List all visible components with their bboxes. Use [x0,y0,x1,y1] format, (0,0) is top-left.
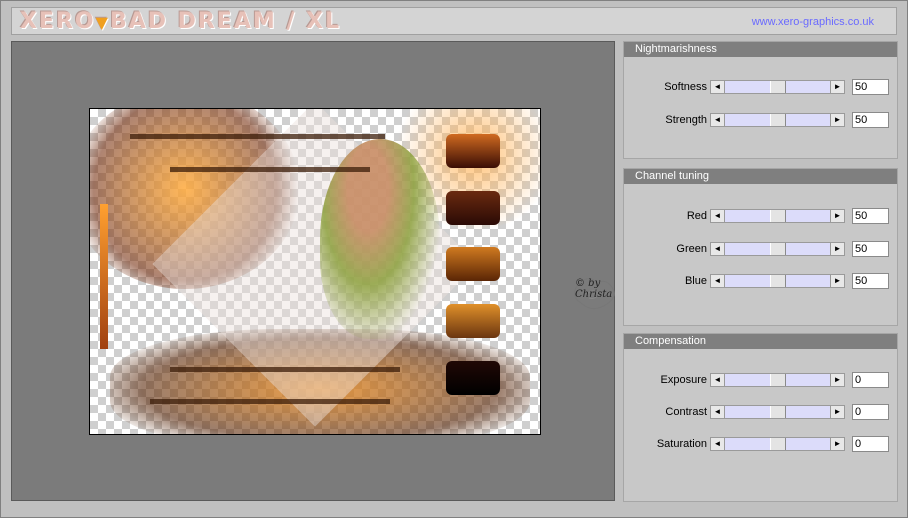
image-vertical-bar [100,204,108,349]
preview-pane[interactable]: © by Christa [11,41,615,501]
strength-value-input[interactable]: 50 [852,112,889,128]
green-value-input[interactable]: 50 [852,241,889,257]
arrow-right-icon[interactable]: ► [830,374,844,386]
slider-thumb[interactable] [770,438,786,450]
control-row: Red ◄ ► 50 [624,208,897,225]
arrow-left-icon[interactable]: ◄ [711,275,725,287]
arrow-right-icon[interactable]: ► [830,243,844,255]
red-slider[interactable]: ◄ ► [710,209,845,223]
panel-channel-tuning: Channel tuning Red ◄ ► 50 Green ◄ ► 50 B… [623,168,898,326]
preview-image [89,108,541,435]
control-label: Green [676,243,707,255]
arrow-right-icon[interactable]: ► [830,114,844,126]
arrow-left-icon[interactable]: ◄ [711,438,725,450]
blue-slider[interactable]: ◄ ► [710,274,845,288]
title-bar: XERO▼BAD DREAM / XL www.xero-graphics.co… [11,7,897,35]
slider-thumb[interactable] [770,210,786,222]
panel-title: Channel tuning [624,169,897,184]
control-row: Softness ◄ ► 50 [624,79,897,96]
arrow-right-icon[interactable]: ► [830,406,844,418]
watermark: © by Christa [567,270,627,314]
plugin-window: XERO▼BAD DREAM / XL www.xero-graphics.co… [0,0,908,518]
arrow-right-icon[interactable]: ► [830,81,844,93]
control-label: Blue [684,275,707,287]
arrow-right-icon[interactable]: ► [830,438,844,450]
arrow-left-icon[interactable]: ◄ [711,374,725,386]
softness-value-input[interactable]: 50 [852,79,889,95]
slider-thumb[interactable] [770,114,786,126]
slider-thumb[interactable] [770,81,786,93]
strength-slider[interactable]: ◄ ► [710,113,845,127]
control-label: Contrast [665,406,707,418]
image-filmstrip [446,131,502,416]
contrast-value-input[interactable]: 0 [852,404,889,420]
slider-thumb[interactable] [770,374,786,386]
green-slider[interactable]: ◄ ► [710,242,845,256]
arrow-left-icon[interactable]: ◄ [711,406,725,418]
arrow-left-icon[interactable]: ◄ [711,114,725,126]
panel-nightmarishness: Nightmarishness Softness ◄ ► 50 Strength… [623,41,898,159]
softness-slider[interactable]: ◄ ► [710,80,845,94]
arrow-left-icon[interactable]: ◄ [711,210,725,222]
panel-compensation: Compensation Exposure ◄ ► 0 Contrast ◄ ►… [623,333,898,502]
arrow-left-icon[interactable]: ◄ [711,81,725,93]
logo-right-text: BAD DREAM / XL [109,9,342,34]
control-row: Exposure ◄ ► 0 [624,372,897,389]
film-frame [446,247,500,281]
blue-value-input[interactable]: 50 [852,273,889,289]
exposure-slider[interactable]: ◄ ► [710,373,845,387]
arrow-left-icon[interactable]: ◄ [711,243,725,255]
image-strip [170,167,370,172]
control-row: Strength ◄ ► 50 [624,112,897,129]
slider-thumb[interactable] [770,406,786,418]
saturation-value-input[interactable]: 0 [852,436,889,452]
saturation-slider[interactable]: ◄ ► [710,437,845,451]
control-label: Saturation [656,438,707,450]
control-row: Contrast ◄ ► 0 [624,404,897,421]
film-frame [446,304,500,338]
exposure-value-input[interactable]: 0 [852,372,889,388]
arrow-right-icon[interactable]: ► [830,275,844,287]
app-logo: XERO▼BAD DREAM / XL [20,9,341,34]
website-link[interactable]: www.xero-graphics.co.uk [752,16,874,28]
arrow-right-icon[interactable]: ► [830,210,844,222]
panel-title: Nightmarishness [624,42,897,57]
logo-left-text: XERO [20,9,96,34]
slider-thumb[interactable] [770,275,786,287]
logo-separator-icon: ▼ [95,13,110,32]
control-row: Saturation ◄ ► 0 [624,436,897,453]
film-frame [446,134,500,168]
slider-thumb[interactable] [770,243,786,255]
red-value-input[interactable]: 50 [852,208,889,224]
image-strip [150,399,390,404]
film-frame [446,361,500,395]
control-label: Softness [664,81,707,93]
film-frame [446,191,500,225]
contrast-slider[interactable]: ◄ ► [710,405,845,419]
image-strip [130,134,385,139]
control-label: Exposure [660,374,707,386]
watermark-text: © by Christa [575,278,613,300]
control-row: Green ◄ ► 50 [624,241,897,258]
control-label: Strength [665,114,707,126]
control-label: Red [686,210,707,222]
panel-title: Compensation [624,334,897,349]
image-strip [170,367,400,372]
control-row: Blue ◄ ► 50 [624,273,897,290]
